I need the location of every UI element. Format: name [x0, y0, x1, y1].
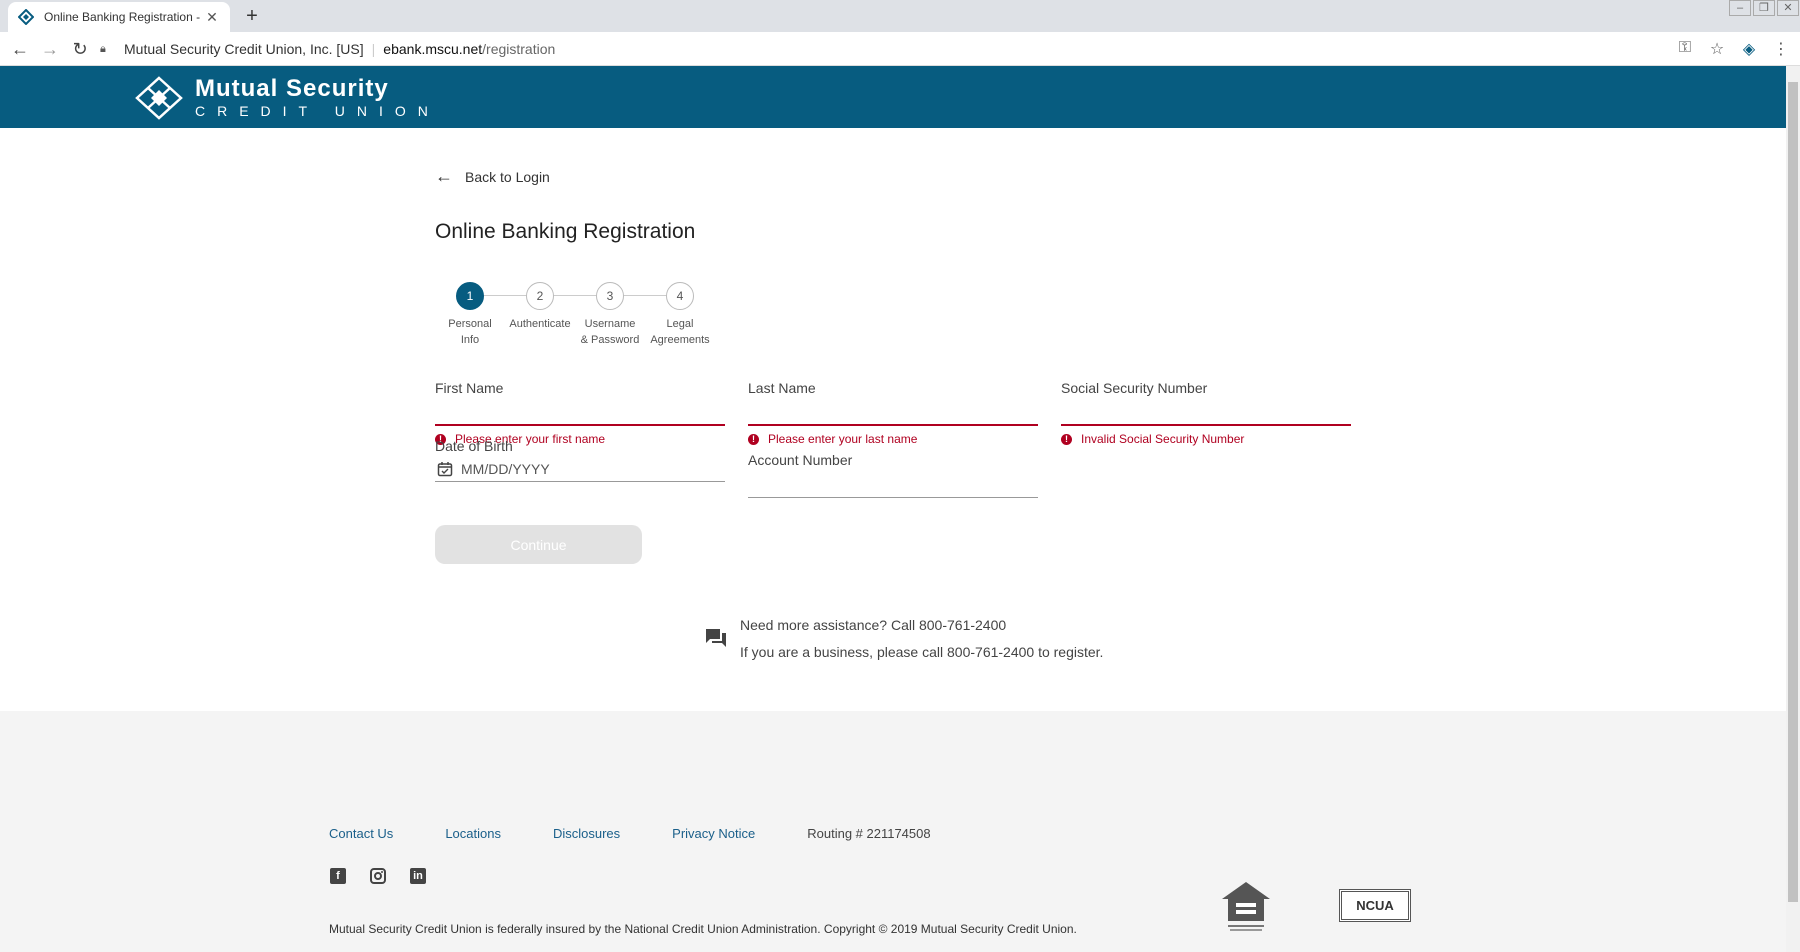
step-label: Username & Password: [580, 318, 640, 346]
extension-icon[interactable]: ◈: [1740, 39, 1758, 59]
ssn-error-text: Invalid Social Security Number: [1081, 432, 1245, 446]
window-controls: – ❐ ✕: [1728, 0, 1800, 16]
equal-housing-opportunity-icon: [1222, 882, 1270, 931]
footer-links: Contact Us Locations Disclosures Privacy…: [329, 826, 931, 841]
step-number: 3: [596, 282, 624, 310]
tab-close-icon[interactable]: ✕: [204, 9, 220, 26]
footer-legal-text: Mutual Security Credit Union is federall…: [329, 922, 1077, 936]
assistance-phone-text: Need more assistance? Call 800-761-2400: [740, 617, 1007, 633]
restore-button[interactable]: ❐: [1753, 0, 1775, 16]
footer-link-locations[interactable]: Locations: [445, 826, 501, 841]
url-host: ebank.mscu.net: [383, 41, 483, 57]
url-path: /registration: [482, 41, 556, 57]
last-name-error: ! Please enter your last name: [748, 432, 1038, 446]
instagram-icon[interactable]: [370, 868, 386, 884]
browser-tab[interactable]: Online Banking Registration - MSCU ✕: [8, 2, 230, 32]
forward-arrow-icon[interactable]: →: [40, 39, 60, 59]
ncua-badge: NCUA: [1339, 889, 1411, 922]
first-name-label: First Name: [435, 380, 504, 396]
page-title: Online Banking Registration: [435, 220, 696, 243]
key-icon[interactable]: ⚿: [1676, 39, 1694, 59]
step-authenticate: 2 Authenticate: [505, 282, 575, 332]
error-icon: !: [1061, 433, 1072, 445]
calendar-icon[interactable]: [437, 461, 453, 477]
step-personal-info: 1 Personal Info: [435, 282, 505, 348]
site-footer: Contact Us Locations Disclosures Privacy…: [0, 711, 1786, 952]
address-bar[interactable]: 🔒︎ Mutual Security Credit Union, Inc. [U…: [100, 36, 1690, 62]
browser-tab-bar: Online Banking Registration - MSCU ✕ + –…: [0, 0, 1800, 32]
first-name-field: First Name ! Please enter your first nam…: [435, 380, 725, 446]
reload-icon[interactable]: ↻: [70, 39, 90, 59]
dob-field: Date of Birth: [435, 438, 725, 482]
step-label: Legal Agreements: [650, 318, 710, 346]
step-number: 1: [456, 282, 484, 310]
continue-button[interactable]: Continue: [435, 525, 642, 564]
footer-link-privacy-notice[interactable]: Privacy Notice: [672, 826, 755, 841]
brand-name: Mutual Security: [195, 75, 389, 102]
minimize-button[interactable]: –: [1729, 0, 1751, 16]
chat-bubble-icon: [706, 629, 726, 647]
ssn-input[interactable]: [1061, 398, 1351, 426]
page-scrollbar[interactable]: [1786, 66, 1800, 952]
account-number-label: Account Number: [748, 452, 853, 468]
dob-label: Date of Birth: [435, 438, 513, 454]
address-separator: |: [371, 41, 376, 57]
dob-input[interactable]: [461, 460, 701, 477]
last-name-input[interactable]: [748, 398, 1038, 426]
site-identity: Mutual Security Credit Union, Inc. [US]: [124, 41, 364, 57]
back-arrow-icon[interactable]: ←: [10, 39, 30, 59]
brand-subtitle: CREDIT UNION: [195, 103, 440, 119]
menu-icon[interactable]: ⋮: [1772, 39, 1790, 59]
toolbar-actions: ⚿ ☆ ◈ ⋮: [1676, 39, 1790, 59]
last-name-error-text: Please enter your last name: [768, 432, 918, 446]
tab-title: Online Banking Registration - MSCU: [44, 10, 204, 24]
step-label: Authenticate: [509, 318, 571, 330]
browser-toolbar: ← → ↻ 🔒︎ Mutual Security Credit Union, I…: [0, 32, 1800, 66]
ssn-label: Social Security Number: [1061, 380, 1208, 396]
assistance-business-text: If you are a business, please call 800-7…: [740, 644, 1104, 660]
step-number: 2: [526, 282, 554, 310]
new-tab-button[interactable]: +: [240, 4, 264, 28]
last-name-label: Last Name: [748, 380, 816, 396]
mscu-diamond-logo-icon: [135, 76, 183, 120]
dob-input-wrapper: [435, 456, 725, 482]
footer-link-contact-us[interactable]: Contact Us: [329, 826, 393, 841]
back-to-login-label: Back to Login: [465, 168, 550, 185]
site-header: Mutual Security CREDIT UNION: [0, 66, 1786, 128]
back-to-login-link[interactable]: ← Back to Login: [435, 166, 550, 187]
footer-link-disclosures[interactable]: Disclosures: [553, 826, 620, 841]
star-icon[interactable]: ☆: [1708, 39, 1726, 59]
last-name-field: Last Name ! Please enter your last name: [748, 380, 1038, 446]
social-links: f in: [330, 868, 426, 884]
close-window-button[interactable]: ✕: [1777, 0, 1799, 16]
mscu-favicon-icon: [18, 9, 34, 25]
scrollbar-thumb[interactable]: [1788, 82, 1798, 902]
lock-icon: 🔒︎: [100, 42, 106, 55]
facebook-icon[interactable]: f: [330, 868, 346, 884]
mscu-logo[interactable]: Mutual Security CREDIT UNION: [133, 76, 440, 120]
step-username-password: 3 Username & Password: [575, 282, 645, 348]
first-name-input[interactable]: [435, 398, 725, 426]
ssn-field: Social Security Number ! Invalid Social …: [1061, 380, 1351, 446]
ssn-error: ! Invalid Social Security Number: [1061, 432, 1351, 446]
account-number-input[interactable]: [748, 470, 1038, 498]
step-number: 4: [666, 282, 694, 310]
arrow-left-icon: ←: [435, 166, 453, 186]
account-number-field: Account Number: [748, 452, 1038, 498]
error-icon: !: [748, 433, 759, 445]
step-label: Personal Info: [448, 318, 492, 346]
routing-number: Routing # 221174508: [807, 826, 931, 841]
linkedin-icon[interactable]: in: [410, 868, 426, 884]
registration-stepper: 1 Personal Info 2 Authenticate 3 Username…: [435, 282, 725, 362]
step-legal-agreements: 4 Legal Agreements: [645, 282, 715, 348]
